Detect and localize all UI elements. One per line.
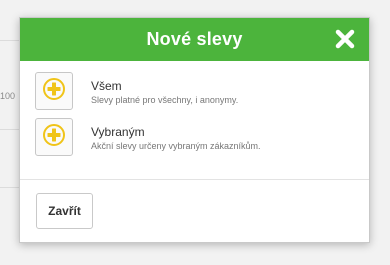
close-button[interactable]: Zavřít bbox=[36, 193, 93, 229]
option-selected[interactable]: Vybraným Akční slevy určeny vybraným zák… bbox=[35, 118, 261, 156]
option-all-title: Všem bbox=[91, 79, 122, 93]
dialog-title: Nové slevy bbox=[146, 29, 243, 49]
option-all-text: Všem Slevy platné pro všechny, i anonymy… bbox=[91, 79, 238, 106]
option-all[interactable]: Všem Slevy platné pro všechny, i anonymy… bbox=[35, 72, 238, 110]
add-discount-all-button[interactable] bbox=[35, 72, 73, 110]
dialog-body: Všem Slevy platné pro všechny, i anonymy… bbox=[20, 61, 369, 180]
plus-circle-icon bbox=[42, 77, 66, 106]
background-partial-text: 100 bbox=[0, 91, 16, 101]
option-selected-description: Akční slevy určeny vybraným zákazníkům. bbox=[91, 141, 261, 151]
add-discount-selected-button[interactable] bbox=[35, 118, 73, 156]
new-discounts-dialog: Nové slevy Všem Slevy platné pro všechny… bbox=[19, 17, 370, 243]
dialog-header: Nové slevy bbox=[20, 18, 369, 61]
plus-circle-icon bbox=[42, 123, 66, 152]
dialog-footer: Zavřít bbox=[20, 180, 369, 243]
option-all-description: Slevy platné pro všechny, i anonymy. bbox=[91, 95, 239, 105]
close-x-icon[interactable] bbox=[335, 29, 355, 49]
option-selected-text: Vybraným Akční slevy určeny vybraným zák… bbox=[91, 125, 261, 152]
option-selected-title: Vybraným bbox=[91, 125, 145, 139]
